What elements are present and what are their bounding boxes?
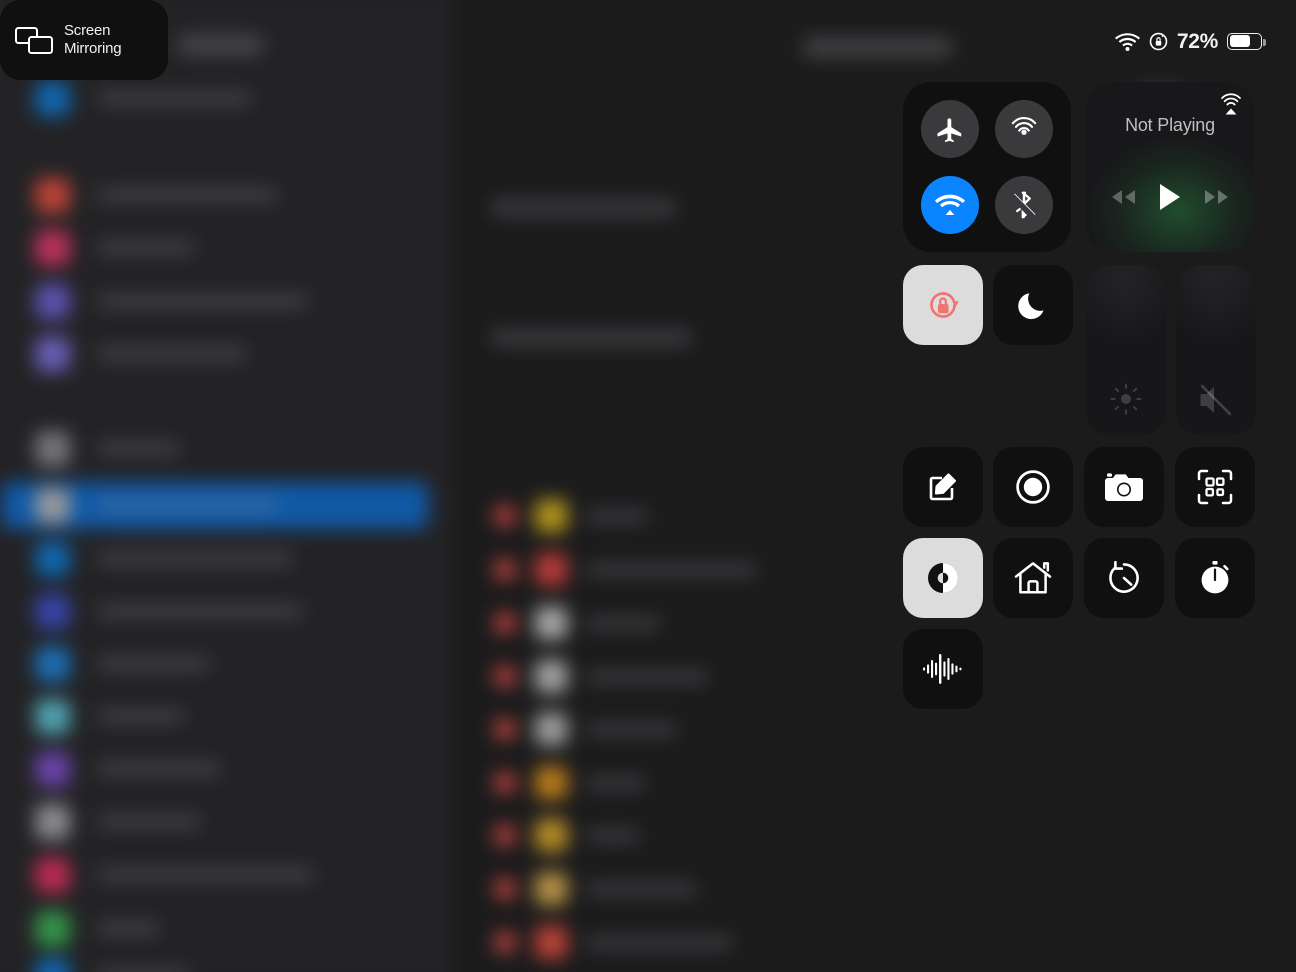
timer-button[interactable]: [1084, 538, 1164, 618]
do-not-disturb-toggle[interactable]: [993, 265, 1073, 345]
code-scanner-button[interactable]: [1175, 447, 1255, 527]
record-icon: [1013, 467, 1053, 507]
camera-icon: [1103, 470, 1145, 504]
wifi-icon: [1114, 32, 1140, 51]
media-transport[interactable]: [1086, 182, 1254, 212]
notes-button[interactable]: [903, 447, 983, 527]
screen-mirroring-icon: [14, 24, 54, 56]
now-playing-title: Not Playing: [1125, 115, 1215, 135]
stopwatch-icon: [1195, 558, 1235, 598]
bluetooth-slash-icon: [1009, 190, 1039, 220]
play-icon[interactable]: [1157, 182, 1183, 212]
wifi-icon: [935, 193, 965, 217]
waveform-icon: [919, 649, 967, 689]
appearance-contrast-icon: [920, 555, 966, 601]
note-pencil-icon: [923, 467, 963, 507]
now-playing-module[interactable]: Not Playing: [1086, 82, 1254, 252]
airplane-mode-button[interactable]: [921, 100, 979, 158]
qr-code-icon: [1195, 467, 1235, 507]
rewind-icon[interactable]: [1108, 187, 1138, 207]
speaker-mute-icon: [1176, 383, 1256, 417]
rotation-lock-toggle[interactable]: [903, 265, 983, 345]
screen-mirroring-button[interactable]: Screen Mirroring: [0, 0, 168, 80]
camera-button[interactable]: [1084, 447, 1164, 527]
rotation-lock-icon: [919, 281, 967, 329]
rotation-lock-icon: [1149, 32, 1168, 51]
screen-mirroring-label: Screen Mirroring: [64, 22, 122, 57]
battery-icon: [1227, 32, 1266, 50]
fast-forward-icon[interactable]: [1202, 187, 1232, 207]
wifi-button[interactable]: [921, 176, 979, 234]
status-bar: 72%: [1114, 26, 1266, 56]
volume-slider[interactable]: [1176, 265, 1256, 435]
battery-percent: 72%: [1176, 29, 1218, 53]
airdrop-button[interactable]: [995, 100, 1053, 158]
voice-memos-button[interactable]: [903, 629, 983, 709]
connectivity-module[interactable]: [903, 82, 1071, 252]
brightness-slider[interactable]: [1086, 265, 1166, 435]
screen-recording-button[interactable]: [993, 447, 1073, 527]
brightness-icon: [1086, 381, 1166, 417]
home-icon: [1012, 558, 1054, 598]
stopwatch-button[interactable]: [1175, 538, 1255, 618]
airplane-icon: [935, 114, 965, 144]
dark-mode-button[interactable]: [903, 538, 983, 618]
timer-icon: [1104, 558, 1144, 598]
airdrop-icon: [1009, 114, 1039, 144]
home-button[interactable]: [993, 538, 1073, 618]
moon-icon: [1013, 285, 1053, 325]
control-center[interactable]: Not Playing Screen Mirroring: [0, 0, 1296, 972]
bluetooth-button[interactable]: [995, 176, 1053, 234]
